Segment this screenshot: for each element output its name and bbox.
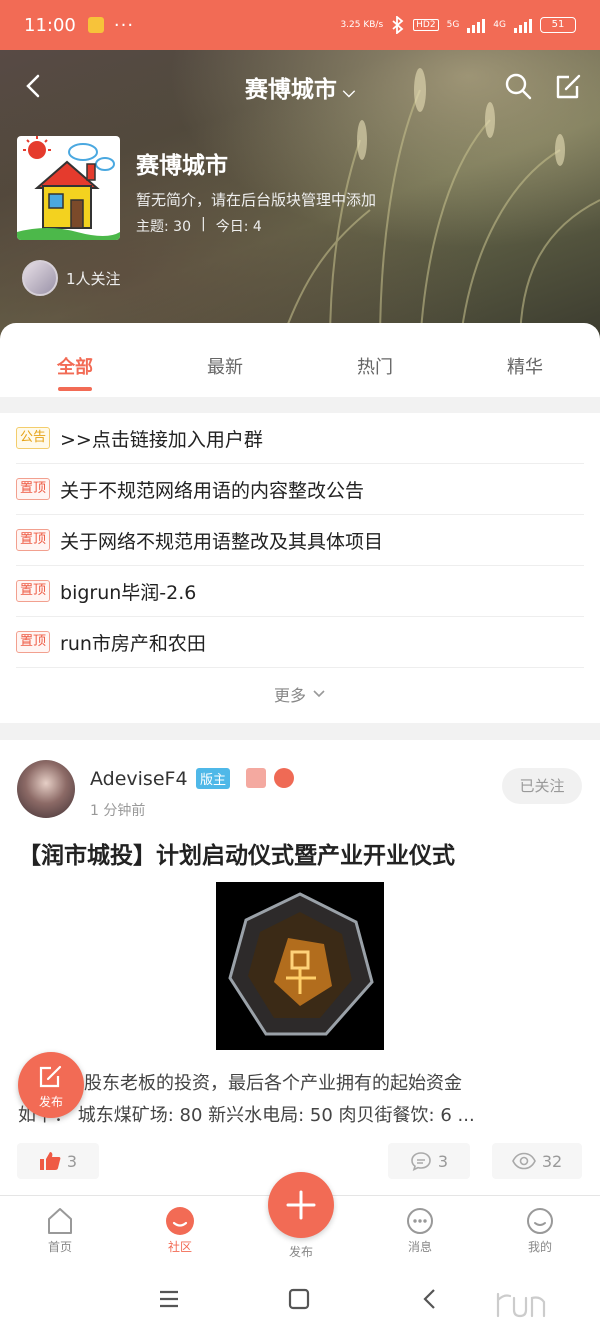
signal1-icon <box>467 17 486 33</box>
search-icon[interactable] <box>502 70 534 102</box>
tab-label: 发布 <box>288 1245 313 1259</box>
profile-icon <box>527 1208 553 1234</box>
tab-all[interactable]: 全部 <box>0 323 150 397</box>
list-item[interactable]: 公告 >>点击链接加入用户群 <box>16 413 584 464</box>
comment-button[interactable]: 3 <box>388 1143 470 1179</box>
pinned-notices: 公告 >>点击链接加入用户群 置顶 关于不规范网络用语的内容整改公告 置顶 关于… <box>0 413 600 723</box>
publish-fab-button[interactable]: 发布 <box>18 1052 84 1118</box>
list-item[interactable]: 置顶 run市房产和农田 <box>16 617 584 668</box>
followers-row[interactable]: 1人关注 <box>22 260 121 296</box>
avatar[interactable] <box>17 760 75 818</box>
tab-label: 我的 <box>527 1240 552 1254</box>
page-title: 赛博城市 <box>244 77 337 103</box>
home-icon <box>48 1208 72 1234</box>
tab-home[interactable]: 首页 <box>20 1204 100 1255</box>
list-item[interactable]: 置顶 关于网络不规范用语整改及其具体项目 <box>16 515 584 566</box>
post-title[interactable]: 【润市城投】计划启动仪式暨产业开业仪式 <box>18 836 455 870</box>
location-badge-icon <box>246 768 266 788</box>
system-back-icon[interactable] <box>418 1287 442 1311</box>
like-count: 3 <box>66 1151 78 1171</box>
notice-title: bigrun毕润-2.6 <box>60 581 197 604</box>
comment-count: 3 <box>437 1151 449 1171</box>
like-button[interactable]: 3 <box>17 1143 99 1179</box>
announcement-tag: 公告 <box>16 427 51 449</box>
notice-title: 关于不规范网络用语的内容整改公告 <box>60 479 365 502</box>
more-label: 更多 <box>273 686 306 705</box>
forum-intro: 暂无简介，请在后台版块管理中添加 <box>136 191 377 209</box>
view-count-button: 32 <box>492 1143 582 1179</box>
post-card[interactable]: AdeviseF4 版主 1 分钟前 已关注 【润市城投】计划启动仪式暨产业开业… <box>0 740 600 1195</box>
menu-icon[interactable] <box>157 1287 181 1311</box>
forum-name: 赛博城市 <box>136 153 228 179</box>
followed-button[interactable]: 已关注 <box>502 768 582 804</box>
bluetooth-icon <box>392 16 404 34</box>
battery-icon: 51 <box>540 17 576 33</box>
eye-icon <box>511 1152 536 1170</box>
pinned-tag: 置顶 <box>16 631 51 653</box>
edit-icon[interactable] <box>553 70 585 102</box>
notice-title: 关于网络不规范用语整改及其具体项目 <box>60 530 384 553</box>
sim1-label: 5G <box>446 20 460 30</box>
excerpt-line: 如下： 城东煤矿场: 80 新兴水电局: 50 肉贝街餐饮: 6 ... <box>18 1105 475 1126</box>
message-icon <box>407 1208 433 1234</box>
comment-icon <box>411 1152 431 1171</box>
publish-center-button[interactable] <box>268 1172 334 1238</box>
status-time: 11:00 <box>24 14 76 36</box>
post-time: 1 分钟前 <box>90 803 146 819</box>
sim2-label: 4G <box>493 20 506 30</box>
avatar <box>22 260 58 296</box>
notice-title: >>点击链接加入用户群 <box>60 428 263 451</box>
excerpt-line: 位股东老板的投资，最后各个产业拥有的起始资金 <box>66 1073 462 1094</box>
list-item[interactable]: 置顶 关于不规范网络用语的内容整改公告 <box>16 464 584 515</box>
run-watermark-logo <box>496 1292 546 1318</box>
chevron-down-icon <box>313 690 325 698</box>
top-nav: 赛博城市 ⌵ <box>0 58 600 114</box>
notice-title: run市房产和农田 <box>60 632 206 655</box>
status-bar: 11:00 ··· 3.25 KB/s HD2 5G 4G 51 <box>0 0 600 50</box>
tab-messages[interactable]: 消息 <box>380 1204 460 1255</box>
followers-count: 1人关注 <box>66 269 121 288</box>
verified-badge-icon <box>274 768 294 788</box>
more-notifications-icon: ··· <box>113 14 135 36</box>
plus-icon <box>286 1190 316 1220</box>
tab-hot[interactable]: 热门 <box>300 323 450 397</box>
pinned-tag: 置顶 <box>16 478 51 500</box>
community-icon <box>166 1207 194 1235</box>
home-square-icon[interactable] <box>287 1287 311 1311</box>
pinned-tag: 置顶 <box>16 529 51 551</box>
thumbs-up-icon <box>39 1152 61 1170</box>
today-count: 4 <box>252 219 262 235</box>
stats-separator: | <box>201 216 206 232</box>
net-speed: 3.25 KB/s <box>340 20 384 30</box>
tab-community[interactable]: 社区 <box>140 1204 220 1255</box>
author-name[interactable]: AdeviseF4 <box>90 768 188 790</box>
fab-label: 发布 <box>38 1095 63 1109</box>
list-item[interactable]: 置顶 bigrun毕润-2.6 <box>16 566 584 617</box>
moderator-badge: 版主 <box>196 768 231 789</box>
content-tabs: 全部 最新 热门 精华 <box>0 323 600 397</box>
edit-icon <box>39 1065 62 1088</box>
tab-featured[interactable]: 精华 <box>450 323 600 397</box>
signal2-icon <box>514 17 532 33</box>
pinned-tag: 置顶 <box>16 580 51 602</box>
tab-latest[interactable]: 最新 <box>150 323 300 397</box>
tab-label: 社区 <box>167 1240 192 1254</box>
tab-profile[interactable]: 我的 <box>500 1204 580 1255</box>
topics-count: 30 <box>173 219 191 235</box>
chevron-down-icon: ⌵ <box>342 82 356 101</box>
tab-label: 首页 <box>47 1240 72 1254</box>
more-button[interactable]: 更多 <box>0 668 600 720</box>
forum-stats: 主题: 30 | 今日: 4 <box>136 216 262 236</box>
hd-badge: HD2 <box>413 19 439 31</box>
forum-logo <box>17 136 120 240</box>
post-excerpt: 位股东老板的投资，最后各个产业拥有的起始资金 如下： 城东煤矿场: 80 新兴水… <box>18 1068 583 1132</box>
today-label: 今日: <box>215 219 249 235</box>
notification-app-icon <box>87 17 104 33</box>
view-count: 32 <box>541 1151 563 1171</box>
post-image[interactable] <box>216 882 384 1050</box>
topics-label: 主题: <box>136 219 169 235</box>
tab-label: 消息 <box>407 1240 432 1254</box>
